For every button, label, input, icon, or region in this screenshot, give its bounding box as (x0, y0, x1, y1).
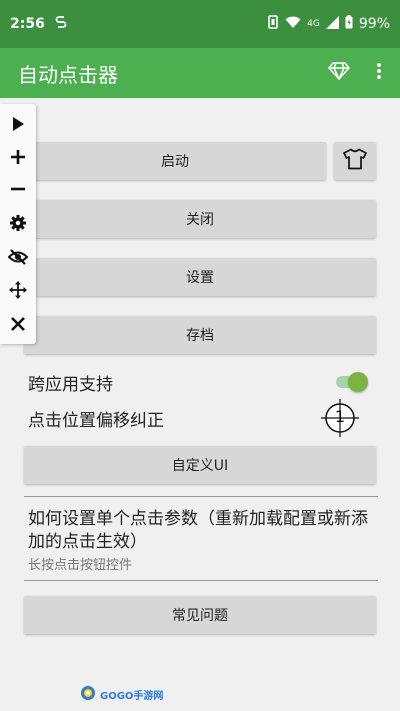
watermark-logo-icon (78, 685, 98, 704)
crosshair-marker: 1 (334, 407, 346, 426)
battery-percent: 99% (358, 16, 390, 32)
move-icon[interactable] (9, 281, 27, 300)
faq-button[interactable]: 常见问题 (24, 596, 376, 634)
vibrate-icon (267, 15, 279, 33)
close-button[interactable]: 关闭 (24, 200, 376, 238)
plus-icon[interactable] (10, 149, 26, 165)
wifi-icon (285, 16, 301, 33)
help-subtitle: 长按点击按钮控件 (28, 558, 133, 573)
eye-off-icon[interactable] (8, 248, 28, 265)
status-bar: 2:56 4G 99% (0, 0, 400, 48)
watermark-text: GOGO手游网 (100, 690, 164, 702)
network-type: 4G (307, 19, 320, 29)
archive-button[interactable]: 存档 (24, 316, 376, 354)
floating-toolbar (0, 104, 36, 344)
custom-ui-button[interactable]: 自定义UI (24, 446, 376, 484)
divider (24, 580, 378, 581)
status-time: 2:56 (10, 16, 45, 32)
cross-app-label: 跨应用支持 (28, 375, 113, 395)
minus-icon[interactable] (10, 181, 26, 197)
offset-correction-label: 点击位置偏移纠正 (28, 411, 164, 431)
gear-icon[interactable] (9, 214, 27, 232)
settings-button[interactable]: 设置 (24, 258, 376, 296)
app-title: 自动点击器 (18, 62, 118, 87)
start-button[interactable]: 启动 (24, 142, 326, 180)
skin-button[interactable] (334, 142, 376, 180)
play-icon[interactable] (11, 116, 25, 132)
close-icon[interactable] (10, 316, 26, 332)
signal-icon (325, 15, 339, 33)
app-bar: 自动点击器 (0, 48, 400, 98)
battery-icon (345, 15, 353, 33)
crosshair-target[interactable]: 1 (320, 398, 360, 438)
diamond-icon[interactable] (328, 62, 350, 84)
watermark: GOGO手游网 (78, 684, 163, 704)
tshirt-icon (343, 148, 367, 174)
more-vert-icon[interactable] (376, 62, 382, 84)
divider (24, 496, 378, 497)
cross-app-switch[interactable] (334, 372, 370, 392)
switch-thumb (348, 372, 368, 392)
help-title: 如何设置单个点击参数（重新加载配置或新添加的点击生效） (28, 509, 368, 552)
notification-icon (55, 15, 67, 33)
